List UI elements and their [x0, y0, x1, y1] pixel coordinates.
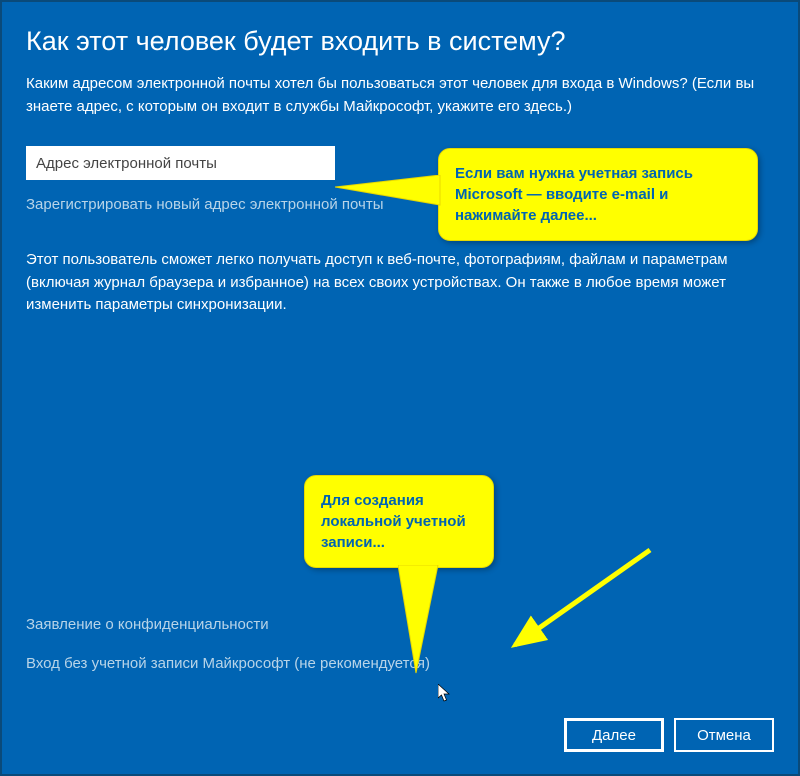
next-button[interactable]: Далее — [564, 718, 664, 752]
bottom-links-group: Заявление о конфиденциальности Вход без … — [26, 616, 430, 694]
no-microsoft-account-link[interactable]: Вход без учетной записи Майкрософт (не р… — [26, 655, 430, 672]
callout-tail-icon — [335, 175, 445, 215]
description-text: Каким адресом электронной почты хотел бы… — [26, 73, 774, 118]
callout-tail-icon — [398, 565, 458, 675]
button-bar: Далее Отмена — [564, 718, 774, 752]
page-title: Как этот человек будет входить в систему… — [26, 26, 774, 57]
annotation-callout-email: Если вам нужна учетная запись Microsoft … — [438, 148, 758, 241]
annotation-callout-local: Для создания локальной учетной записи... — [304, 475, 494, 568]
annotation-arrow-icon — [490, 540, 660, 660]
email-input[interactable] — [26, 146, 335, 180]
privacy-link[interactable]: Заявление о конфиденциальности — [26, 616, 430, 633]
sync-info-text: Этот пользователь сможет легко получать … — [26, 249, 774, 317]
cancel-button[interactable]: Отмена — [674, 718, 774, 752]
cursor-icon — [438, 684, 453, 704]
